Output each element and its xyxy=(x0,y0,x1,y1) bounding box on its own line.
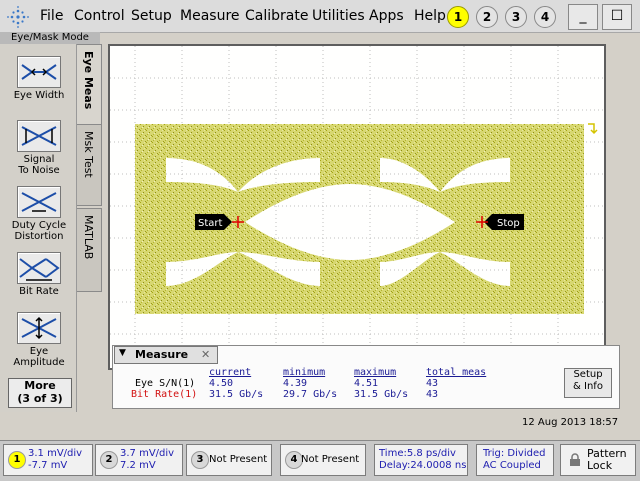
menu-control[interactable]: Control xyxy=(74,8,125,24)
channel-3-button[interactable]: 3 xyxy=(505,6,527,28)
header-minimum: minimum xyxy=(283,367,326,378)
signal-to-noise-label: Signal To Noise xyxy=(18,154,60,176)
row-eye-sn-minimum: 4.39 xyxy=(283,378,308,389)
duty-cycle-distortion-icon xyxy=(17,186,61,218)
bit-rate-tool[interactable]: Bit Rate xyxy=(6,252,72,297)
trigger-status[interactable]: Trig: Divided AC Coupled xyxy=(476,444,554,476)
channel-1-scale: 3.1 mV/div xyxy=(28,448,83,459)
trigger-coupling: AC Coupled xyxy=(483,460,541,471)
channel-4-button[interactable]: 4 xyxy=(534,6,556,28)
date-time: 12 Aug 2013 18:57 xyxy=(522,417,619,428)
bit-rate-label: Bit Rate xyxy=(19,286,59,297)
channel-2-button[interactable]: 2 xyxy=(476,6,498,28)
row-eye-sn-total: 43 xyxy=(426,378,439,389)
menu-bar: File Control Setup Measure Calibrate Uti… xyxy=(0,0,640,33)
row-bit-rate-total: 43 xyxy=(426,389,439,400)
channel-2-status[interactable]: 2 3.7 mV/div 7.2 mV xyxy=(95,444,183,476)
lock-icon xyxy=(570,453,580,466)
time-per-div: Time:5.8 ps/div xyxy=(379,448,456,459)
tab-msk-test[interactable]: Msk Test xyxy=(77,124,102,206)
setup-info-button[interactable]: Setup & Info xyxy=(564,368,612,398)
eye-diagram: Start Stop xyxy=(110,46,604,368)
minimize-button[interactable]: _ xyxy=(568,4,598,30)
trigger-source: Trig: Divided xyxy=(483,448,546,459)
svg-text:Stop: Stop xyxy=(497,218,520,229)
eye-amplitude-label: Eye Amplitude xyxy=(13,346,65,368)
channel-4-status[interactable]: 4 Not Present xyxy=(280,444,366,476)
pattern-lock-line1: Pattern xyxy=(587,447,627,460)
menu-utilities[interactable]: Utilities xyxy=(312,8,365,24)
close-button[interactable]: ☐ xyxy=(602,4,632,30)
menu-apps[interactable]: Apps xyxy=(369,8,404,24)
header-maximum: maximum xyxy=(354,367,397,378)
timebase-status[interactable]: Time:5.8 ps/div Delay:24.0008 ns xyxy=(374,444,468,476)
row-eye-sn-label: Eye S/N(1) xyxy=(135,378,196,389)
row-bit-rate-current: 31.5 Gb/s xyxy=(209,389,264,400)
channel-1-button[interactable]: 1 xyxy=(447,6,469,28)
channel-1-status[interactable]: 1 3.1 mV/div -7.7 mV xyxy=(3,444,93,476)
row-eye-sn-current: 4.50 xyxy=(209,378,234,389)
channel-1-badge: 1 xyxy=(8,451,26,469)
close-icon[interactable]: ✕ xyxy=(201,348,210,361)
measure-title: Measure xyxy=(135,348,189,361)
duty-cycle-distortion-tool[interactable]: Duty Cycle Distortion xyxy=(6,186,72,242)
menu-setup[interactable]: Setup xyxy=(131,8,172,24)
channel-4-state: Not Present xyxy=(301,454,360,465)
eye-width-icon xyxy=(17,56,61,88)
eye-width-tool[interactable]: Eye Width xyxy=(6,56,72,101)
eye-width-label: Eye Width xyxy=(13,90,65,101)
time-delay: Delay:24.0008 ns xyxy=(379,460,467,471)
logo-icon xyxy=(7,6,29,28)
pattern-lock-button[interactable]: Pattern Lock xyxy=(560,444,636,476)
channel-3-state: Not Present xyxy=(209,454,268,465)
channel-2-offset: 7.2 mV xyxy=(120,460,156,471)
menu-calibrate[interactable]: Calibrate xyxy=(245,8,308,24)
row-bit-rate-minimum: 29.7 Gb/s xyxy=(283,389,338,400)
row-bit-rate-label: Bit Rate(1) xyxy=(131,389,198,400)
header-current: current xyxy=(209,367,252,378)
row-bit-rate-maximum: 31.5 Gb/s xyxy=(354,389,409,400)
measurement-toolbox: Eye Width Signal To Noise Duty Cycle Disto… xyxy=(0,44,77,412)
signal-to-noise-tool[interactable]: Signal To Noise xyxy=(6,120,72,176)
duty-cycle-distortion-label: Duty Cycle Distortion xyxy=(11,220,67,242)
row-eye-sn-maximum: 4.51 xyxy=(354,378,379,389)
more-button[interactable]: More (3 of 3) xyxy=(8,378,72,408)
header-total-meas: total meas xyxy=(426,367,487,378)
menu-file[interactable]: File xyxy=(40,8,63,24)
tab-eye-meas[interactable]: Eye Meas xyxy=(77,44,102,126)
channel-2-badge: 2 xyxy=(100,451,118,469)
channel-3-badge: 3 xyxy=(191,451,209,469)
mode-label: Eye/Mask Mode xyxy=(0,32,100,44)
measure-tab[interactable]: ▼ Measure ✕ xyxy=(114,346,218,364)
channel-1-offset: -7.7 mV xyxy=(28,460,68,471)
trigger-level-icon xyxy=(588,123,598,135)
tab-matlab[interactable]: MATLAB xyxy=(77,208,102,292)
eye-amplitude-tool[interactable]: Eye Amplitude xyxy=(6,312,72,368)
eye-amplitude-icon xyxy=(17,312,61,344)
channel-2-scale: 3.7 mV/div xyxy=(120,448,175,459)
bit-rate-icon xyxy=(17,252,61,284)
signal-to-noise-icon xyxy=(17,120,61,152)
menu-help[interactable]: Help xyxy=(414,8,446,24)
collapse-icon[interactable]: ▼ xyxy=(119,348,126,358)
svg-text:Start: Start xyxy=(198,218,223,229)
waveform-display[interactable]: Start Stop xyxy=(108,44,606,370)
menu-measure[interactable]: Measure xyxy=(180,8,240,24)
pattern-lock-line2: Lock xyxy=(587,459,613,472)
channel-3-status[interactable]: 3 Not Present xyxy=(186,444,272,476)
